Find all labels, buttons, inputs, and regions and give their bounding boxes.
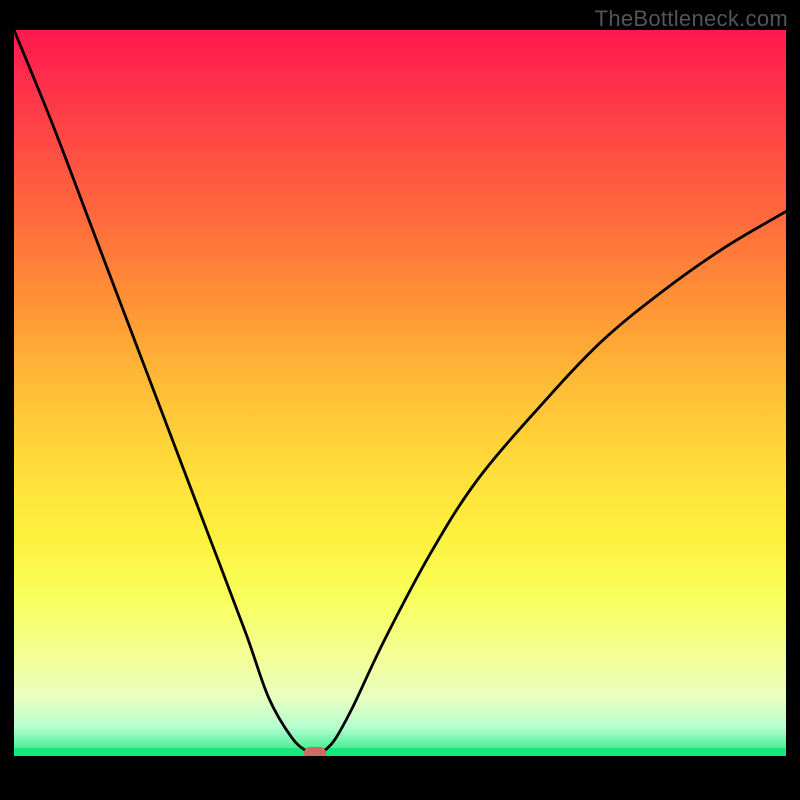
chart-frame	[14, 30, 786, 786]
gradient-background	[14, 30, 786, 756]
watermark-text: TheBottleneck.com	[595, 6, 788, 32]
axis-baseline	[14, 748, 786, 756]
plot-area	[14, 30, 786, 756]
minimum-marker	[304, 747, 326, 756]
